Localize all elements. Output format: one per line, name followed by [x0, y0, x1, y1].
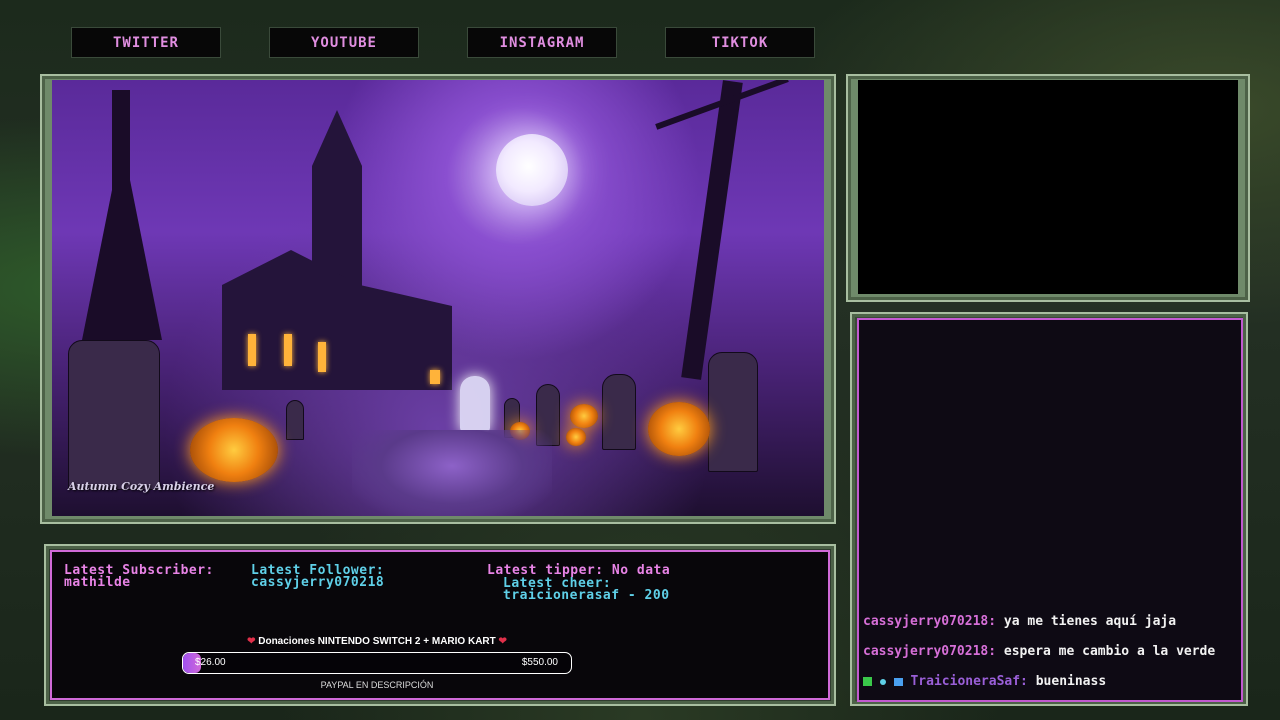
pine-tree — [82, 140, 162, 340]
chat-message: TraicioneraSaf: bueninass — [863, 674, 1235, 689]
instagram-button[interactable]: INSTAGRAM — [467, 27, 617, 58]
prime-badge-icon — [893, 677, 903, 686]
gravestone — [286, 400, 304, 440]
heart-icon: ❤ — [498, 636, 507, 647]
chat-username: cassyjerry070218: — [863, 644, 997, 659]
church-window — [430, 370, 440, 384]
heart-icon: ❤ — [247, 636, 256, 647]
chat-username: cassyjerry070218: — [863, 614, 997, 629]
church-window — [248, 334, 256, 366]
donation-progress-bar: $26.00 $550.00 — [182, 652, 572, 674]
webcam-area — [858, 80, 1238, 294]
gravestone — [68, 340, 160, 490]
jack-o-lantern — [190, 418, 278, 482]
donation-footer: PAYPAL EN DESCRIPCIÓN — [320, 680, 434, 690]
twitter-button[interactable]: TWITTER — [71, 27, 221, 58]
jack-o-lantern — [570, 404, 598, 428]
chat-text: ya me tienes aquí jaja — [1003, 614, 1177, 629]
cobblestone-path — [352, 430, 552, 516]
gravestone — [602, 374, 636, 450]
jack-o-lantern — [566, 428, 586, 446]
ghost-figure — [460, 376, 490, 432]
donation-goal-title: ❤ Donaciones NINTENDO SWITCH 2 + MARIO K… — [182, 636, 572, 647]
chat-username: TraicioneraSaf: — [910, 674, 1028, 689]
youtube-button[interactable]: YOUTUBE — [269, 27, 419, 58]
gravestone — [708, 352, 758, 472]
latest-cheer-value: traicionerasaf - 200 — [503, 588, 670, 603]
moon-image — [496, 134, 568, 206]
tree-right — [681, 80, 743, 380]
gift-badge-icon — [879, 678, 886, 685]
jack-o-lantern — [648, 402, 710, 456]
gameplay-scene: Autumn Cozy Ambience — [52, 80, 824, 516]
church-window — [318, 342, 326, 372]
tiktok-button[interactable]: TIKTOK — [665, 27, 815, 58]
verified-badge-icon — [863, 677, 872, 686]
donation-goal: $550.00 — [521, 657, 558, 668]
donation-goal-text: Donaciones NINTENDO SWITCH 2 + MARIO KAR… — [258, 636, 496, 647]
latest-subscriber-value: mathilde — [64, 575, 131, 590]
chat-text: espera me cambio a la verde — [1003, 644, 1216, 659]
chat-message: cassyjerry070218: espera me cambio a la … — [863, 644, 1235, 659]
stats-panel: Latest Subscriber: mathilde Latest Follo… — [50, 550, 830, 700]
latest-follower-value: cassyjerry070218 — [251, 575, 385, 590]
chat-panel: cassyjerry070218: ya me tienes aquí jaja… — [857, 318, 1243, 702]
video-watermark: Autumn Cozy Ambience — [68, 480, 215, 493]
donation-current: $26.00 — [195, 657, 226, 668]
church-window — [284, 334, 292, 366]
chat-message: cassyjerry070218: ya me tienes aquí jaja — [863, 614, 1235, 629]
chat-text: bueninass — [1035, 674, 1107, 689]
